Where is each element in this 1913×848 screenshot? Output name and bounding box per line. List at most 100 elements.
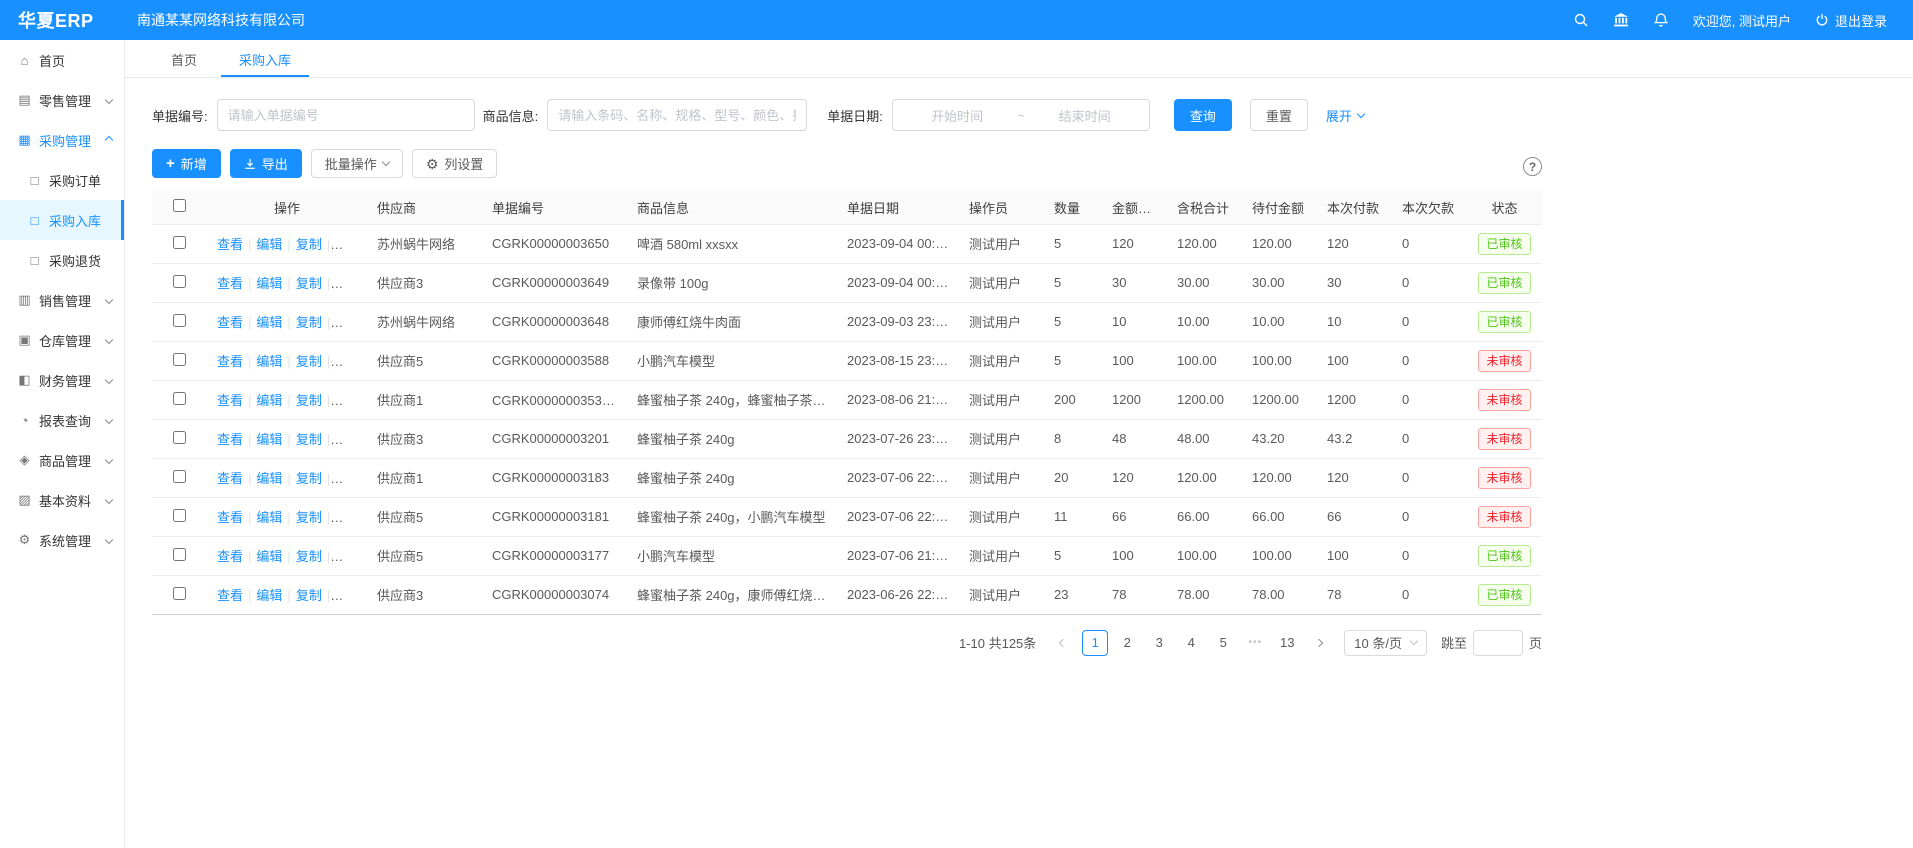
sidebar-item-purchase[interactable]: ▦采购管理 bbox=[0, 120, 124, 160]
row-checkbox[interactable] bbox=[173, 314, 186, 327]
row-checkbox[interactable] bbox=[173, 353, 186, 366]
row-action-copy[interactable]: 复制 bbox=[296, 588, 322, 603]
row-action-copy[interactable]: 复制 bbox=[296, 510, 322, 525]
sidebar-item-report[interactable]: ◔报表查询 bbox=[0, 400, 124, 440]
sidebar-item-retail[interactable]: ▤零售管理 bbox=[0, 80, 124, 120]
row-action-copy[interactable]: 复制 bbox=[296, 237, 322, 252]
row-checkbox[interactable] bbox=[173, 431, 186, 444]
cell-tax_total: 66.00 bbox=[1167, 497, 1242, 536]
row-checkbox[interactable] bbox=[173, 275, 186, 288]
sidebar-item-system[interactable]: ⚙系统管理 bbox=[0, 520, 124, 560]
row-checkbox[interactable] bbox=[173, 509, 186, 522]
reset-button[interactable]: 重置 bbox=[1250, 99, 1308, 131]
row-action-edit[interactable]: 编辑 bbox=[256, 237, 282, 252]
row-action-copy[interactable]: 复制 bbox=[296, 393, 322, 408]
search-icon[interactable] bbox=[1573, 12, 1589, 28]
row-action-edit[interactable]: 编辑 bbox=[256, 510, 282, 525]
cell-date: 2023-09-03 23:54:48 bbox=[837, 302, 959, 341]
row-checkbox[interactable] bbox=[173, 587, 186, 600]
row-action-copy[interactable]: 复制 bbox=[296, 276, 322, 291]
table-row: 查看|编辑|复制|删除供应商3CGRK00000003649录像带 100g20… bbox=[152, 263, 1542, 302]
add-button[interactable]: + 新增 bbox=[152, 149, 221, 178]
basic-icon: ▨ bbox=[17, 492, 32, 508]
row-checkbox[interactable] bbox=[173, 548, 186, 561]
bill-no-input[interactable] bbox=[217, 99, 475, 131]
cell-due: 66.00 bbox=[1242, 497, 1317, 536]
row-action-view[interactable]: 查看 bbox=[217, 354, 243, 369]
row-action-edit[interactable]: 编辑 bbox=[256, 315, 282, 330]
sidebar-item-goods[interactable]: ◈商品管理 bbox=[0, 440, 124, 480]
sidebar-item-purchase-in[interactable]: □采购入库 bbox=[0, 200, 124, 240]
row-action-edit[interactable]: 编辑 bbox=[256, 432, 282, 447]
next-page-button[interactable] bbox=[1306, 630, 1332, 656]
row-checkbox[interactable] bbox=[173, 236, 186, 249]
batch-operations-button[interactable]: 批量操作 bbox=[311, 149, 403, 178]
select-all-checkbox[interactable] bbox=[173, 199, 186, 212]
action-separator: | bbox=[287, 276, 290, 291]
sidebar-item-basic[interactable]: ▨基本资料 bbox=[0, 480, 124, 520]
cell-date: 2023-07-06 22:24:11 bbox=[837, 497, 959, 536]
expand-link[interactable]: 展开 bbox=[1326, 106, 1364, 125]
row-action-copy[interactable]: 复制 bbox=[296, 354, 322, 369]
page-size-select[interactable]: 10 条/页 bbox=[1344, 630, 1427, 656]
bell-icon[interactable] bbox=[1653, 12, 1669, 28]
help-icon[interactable]: ? bbox=[1523, 157, 1542, 176]
sidebar-item-purchase-order[interactable]: □采购订单 bbox=[0, 160, 124, 200]
chevron-down-icon bbox=[105, 536, 113, 544]
sidebar-item-finance[interactable]: ◧财务管理 bbox=[0, 360, 124, 400]
row-action-edit[interactable]: 编辑 bbox=[256, 276, 282, 291]
page-button-2[interactable]: 2 bbox=[1114, 630, 1140, 656]
column-header: 单据日期 bbox=[837, 191, 959, 224]
row-action-view[interactable]: 查看 bbox=[217, 315, 243, 330]
cell-paid: 10 bbox=[1317, 302, 1392, 341]
sidebar-item-purchase-return[interactable]: □采购退货 bbox=[0, 240, 124, 280]
row-actions-cell: 查看|编辑|复制|删除 bbox=[207, 536, 367, 575]
table-row: 查看|编辑|复制|删除供应商5CGRK00000003588小鹏汽车模型2023… bbox=[152, 341, 1542, 380]
jump-page-input[interactable] bbox=[1473, 630, 1523, 656]
row-action-edit[interactable]: 编辑 bbox=[256, 588, 282, 603]
sidebar-item-warehouse[interactable]: ▣仓库管理 bbox=[0, 320, 124, 360]
date-range-input[interactable]: 开始时间 ~ 结束时间 bbox=[892, 99, 1150, 131]
sidebar-item-home[interactable]: ⌂首页 bbox=[0, 40, 124, 80]
sidebar-item-sales[interactable]: ▥销售管理 bbox=[0, 280, 124, 320]
logout-button[interactable]: 退出登录 bbox=[1815, 11, 1887, 30]
row-action-view[interactable]: 查看 bbox=[217, 588, 243, 603]
page-button-1[interactable]: 1 bbox=[1082, 630, 1108, 656]
row-checkbox[interactable] bbox=[173, 470, 186, 483]
cell-tax_total: 1200.00 bbox=[1167, 380, 1242, 419]
row-action-copy[interactable]: 复制 bbox=[296, 315, 322, 330]
material-input[interactable] bbox=[547, 99, 807, 131]
row-action-view[interactable]: 查看 bbox=[217, 510, 243, 525]
page-button-5[interactable]: 5 bbox=[1210, 630, 1236, 656]
cell-total: 66 bbox=[1102, 497, 1167, 536]
sidebar-item-label: 首页 bbox=[39, 51, 112, 70]
row-action-view[interactable]: 查看 bbox=[217, 393, 243, 408]
app-logo[interactable]: 华夏ERP bbox=[0, 7, 125, 33]
row-action-view[interactable]: 查看 bbox=[217, 432, 243, 447]
export-button[interactable]: 导出 bbox=[230, 149, 302, 178]
chevron-down-icon bbox=[105, 96, 113, 104]
row-checkbox[interactable] bbox=[173, 392, 186, 405]
row-action-copy[interactable]: 复制 bbox=[296, 432, 322, 447]
row-action-edit[interactable]: 编辑 bbox=[256, 471, 282, 486]
pagination-summary: 1-10 共125条 bbox=[959, 633, 1036, 652]
page-button-13[interactable]: 13 bbox=[1274, 630, 1300, 656]
tab-purchase-in[interactable]: 采购入库 bbox=[221, 40, 309, 77]
row-action-view[interactable]: 查看 bbox=[217, 237, 243, 252]
row-action-edit[interactable]: 编辑 bbox=[256, 393, 282, 408]
platform-icon[interactable] bbox=[1613, 12, 1629, 28]
page-button-4[interactable]: 4 bbox=[1178, 630, 1204, 656]
column-settings-button[interactable]: ⚙ 列设置 bbox=[412, 149, 498, 178]
row-action-edit[interactable]: 编辑 bbox=[256, 354, 282, 369]
row-action-view[interactable]: 查看 bbox=[217, 276, 243, 291]
row-action-copy[interactable]: 复制 bbox=[296, 549, 322, 564]
row-action-edit[interactable]: 编辑 bbox=[256, 549, 282, 564]
page-button-3[interactable]: 3 bbox=[1146, 630, 1172, 656]
prev-page-button[interactable] bbox=[1050, 630, 1076, 656]
row-action-view[interactable]: 查看 bbox=[217, 549, 243, 564]
row-action-copy[interactable]: 复制 bbox=[296, 471, 322, 486]
search-button[interactable]: 查询 bbox=[1174, 99, 1232, 131]
row-action-view[interactable]: 查看 bbox=[217, 471, 243, 486]
tab-home[interactable]: 首页 bbox=[153, 40, 215, 77]
cell-due: 100.00 bbox=[1242, 341, 1317, 380]
